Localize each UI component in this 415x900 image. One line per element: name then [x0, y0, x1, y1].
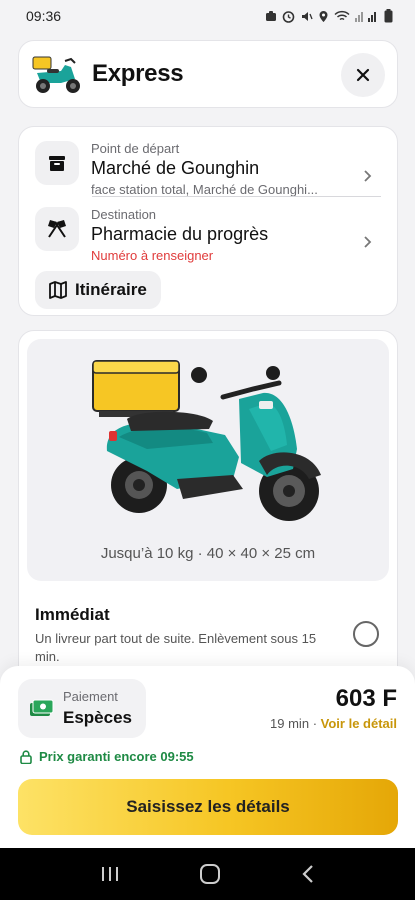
home-icon[interactable] [199, 863, 221, 885]
destination-label: Destination [91, 207, 157, 222]
signal-icon [355, 12, 376, 22]
page-title: Express [92, 60, 184, 87]
destination-icon-box [35, 207, 79, 251]
vehicle-card: Jusqu’à 10 kg · 40 × 40 × 25 cm Immédiat… [18, 330, 398, 690]
mute-icon [302, 11, 313, 21]
header-card: Express [18, 40, 398, 108]
price-guarantee: Prix garanti encore 09:55 [20, 749, 194, 764]
status-time: 09:36 [26, 8, 62, 24]
checkout-sheet: Paiement Espèces 603 F 19 min · Voir le … [0, 666, 415, 848]
separator: · [312, 716, 318, 731]
battery-icon [384, 9, 393, 23]
flags-icon [48, 220, 66, 238]
destination-row[interactable]: Destination Pharmacie du progrès Numéro … [35, 207, 381, 263]
pickup-row[interactable]: Point de départ Marché de Gounghin face … [35, 141, 381, 197]
cash-icon [30, 699, 54, 716]
scooter-logo-icon [32, 56, 80, 93]
guarantee-text: Prix garanti encore 09:55 [39, 749, 194, 764]
itinerary-label: Itinéraire [75, 280, 147, 299]
route-card: Point de départ Marché de Gounghin face … [18, 126, 398, 316]
payment-selector[interactable]: Paiement Espèces [18, 679, 146, 738]
location-icon [319, 10, 328, 22]
option-title: Immédiat [35, 605, 110, 624]
system-nav-bar [0, 848, 415, 900]
pickup-icon-box [35, 141, 79, 185]
price-detail: 19 min · Voir le détail [270, 716, 397, 731]
itinerary-button[interactable]: Itinéraire [35, 271, 161, 309]
pickup-detail: face station total, Marché de Gounghi... [91, 182, 318, 197]
eta: 19 min [270, 716, 310, 731]
recent-apps-icon[interactable] [100, 865, 120, 883]
immediate-radio[interactable] [353, 621, 379, 647]
option-description: Un livreur part tout de suite. Enlèvemen… [35, 631, 317, 664]
payment-label: Paiement [63, 689, 118, 704]
vehicle-image-box: Jusqu’à 10 kg · 40 × 40 × 25 cm [27, 339, 389, 581]
close-icon [356, 68, 370, 82]
close-button[interactable] [341, 53, 385, 97]
pickup-label: Point de départ [91, 141, 180, 156]
box-icon [49, 156, 65, 171]
status-icons [265, 9, 393, 23]
payment-value: Espèces [63, 708, 132, 727]
vehicle-spec: Jusqu’à 10 kg · 40 × 40 × 25 cm [100, 545, 316, 562]
back-icon[interactable] [301, 864, 315, 884]
destination-warning: Numéro à renseigner [91, 248, 214, 263]
chevron-right-icon [364, 170, 372, 182]
alarm-icon [282, 10, 295, 23]
map-icon [49, 281, 67, 299]
detail-link[interactable]: Voir le détail [321, 716, 397, 731]
route-divider [92, 196, 381, 197]
lock-icon [20, 749, 32, 764]
wifi-icon [334, 10, 350, 21]
notification-icon [266, 11, 276, 21]
chevron-right-icon [364, 236, 372, 248]
destination-name: Pharmacie du progrès [91, 224, 269, 244]
enter-details-button[interactable]: Saisissez les détails [18, 779, 398, 835]
scooter-image [92, 360, 321, 521]
status-bar: 09:36 [0, 0, 415, 32]
price: 603 F [335, 685, 397, 712]
pickup-name: Marché de Gounghin [91, 158, 260, 178]
